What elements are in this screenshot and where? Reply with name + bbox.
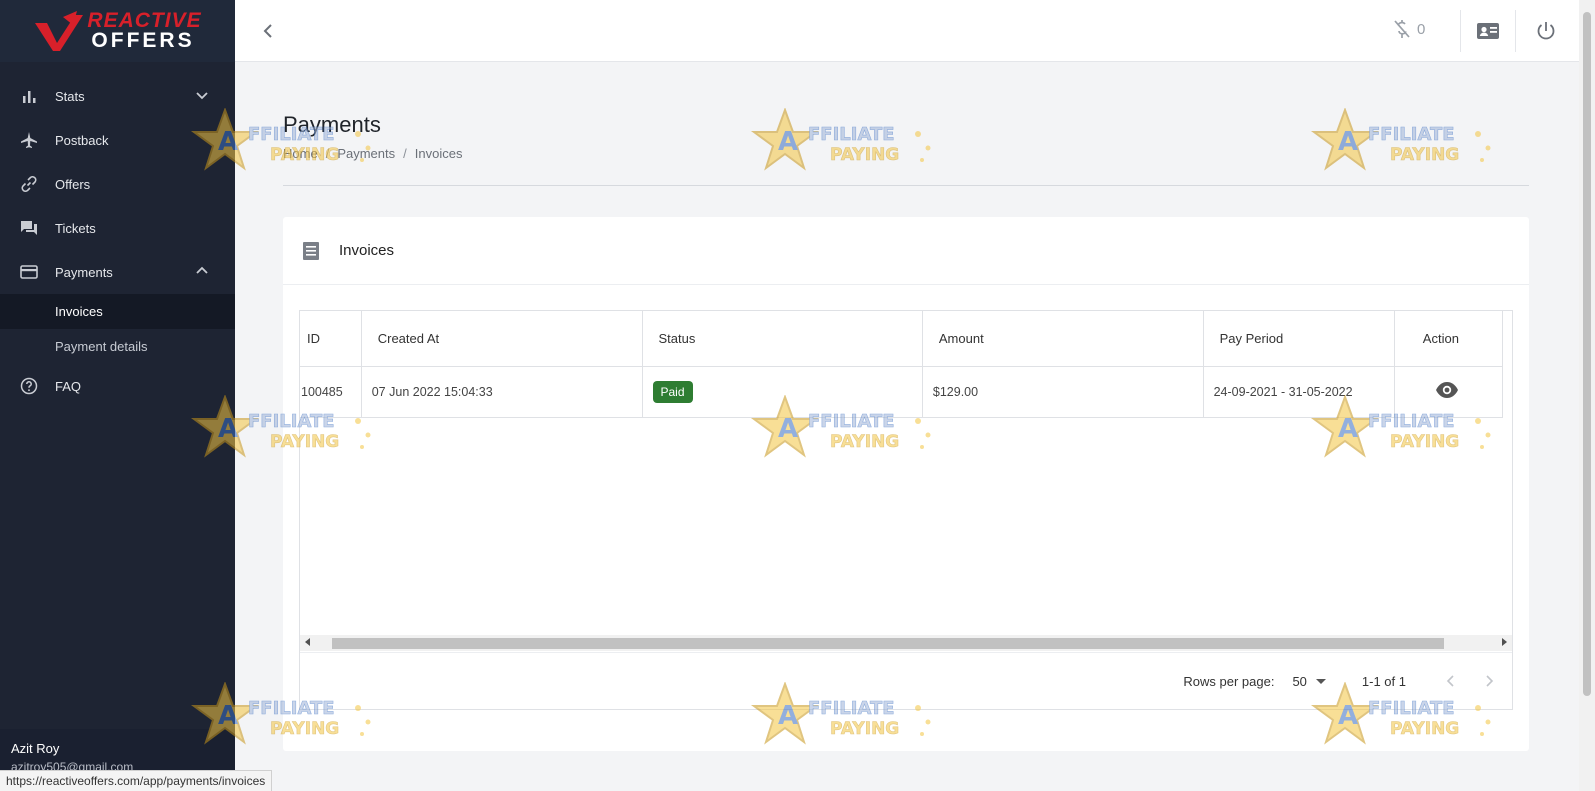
previous-page-button[interactable]: [1436, 666, 1466, 696]
page-title: Payments: [283, 112, 381, 137]
header-divider: [283, 185, 1529, 186]
next-page-button[interactable]: [1474, 666, 1504, 696]
rows-per-page-select[interactable]: 50: [1292, 673, 1326, 689]
browser-status-url: https://reactiveoffers.com/app/payments/…: [0, 770, 273, 791]
top-bar: 0: [235, 0, 1579, 62]
horizontal-scrollbar[interactable]: [300, 635, 1512, 651]
airplane-icon: [20, 131, 38, 149]
view-invoice-eye-icon[interactable]: [1435, 378, 1459, 402]
invoices-table-container: ID Created At Status Amount Pay Period A…: [299, 310, 1513, 710]
chevron-down-icon: [196, 92, 208, 100]
chevron-left-icon: [1446, 675, 1454, 687]
brand-logo[interactable]: REACTIVE OFFERS: [0, 0, 235, 62]
logo-bottom-text: OFFERS: [91, 29, 195, 52]
column-header-id[interactable]: ID: [300, 311, 362, 367]
cell-action: [1394, 366, 1504, 418]
sidebar-nav: Stats Postback Offers Tickets Payments I…: [0, 74, 235, 408]
breadcrumb-separator: /: [403, 146, 407, 161]
sidebar-item-label: Postback: [55, 132, 109, 148]
topbar-divider: [1460, 10, 1461, 52]
logout-button[interactable]: [1533, 18, 1559, 44]
logo-mark-icon: [35, 11, 84, 51]
cell-pay-period: 24-09-2021 - 31-05-2022: [1203, 366, 1395, 418]
chevron-up-icon: [196, 266, 208, 274]
sidebar-item-postback[interactable]: Postback: [0, 118, 235, 162]
profile-card-button[interactable]: [1475, 18, 1501, 44]
pagination: Rows per page: 50 1-1 of 1: [1183, 661, 1512, 701]
power-icon: [1537, 22, 1555, 40]
sidebar-item-faq[interactable]: FAQ: [0, 364, 235, 408]
forum-icon: [20, 219, 38, 237]
bar-chart-icon: [20, 87, 38, 105]
pagination-range: 1-1 of 1: [1361, 673, 1406, 689]
sidebar-subitem-invoices[interactable]: Invoices: [0, 294, 235, 329]
money-off-icon: [1394, 20, 1410, 38]
breadcrumb-separator: /: [325, 146, 330, 161]
card-header: Invoices: [283, 217, 1529, 285]
sidebar-item-offers[interactable]: Offers: [0, 162, 235, 206]
sidebar-subitem-payment-details[interactable]: Payment details: [0, 329, 235, 364]
sidebar-item-label: Tickets: [55, 220, 96, 236]
scroll-right-arrow-icon[interactable]: [1502, 638, 1507, 646]
sidebar-item-label: FAQ: [55, 378, 82, 394]
card-title: Invoices: [339, 242, 395, 259]
sidebar-item-tickets[interactable]: Tickets: [0, 206, 235, 250]
column-header-action: Action: [1394, 311, 1504, 367]
chevron-right-icon: [1486, 675, 1494, 687]
sidebar-item-label: Offers: [55, 176, 91, 192]
topbar-divider: [1515, 10, 1516, 52]
link-icon: [20, 175, 38, 193]
sidebar-item-label: Payments: [55, 264, 113, 280]
user-name: Azit Roy: [11, 741, 60, 756]
cell-amount: $129.00: [922, 366, 1204, 418]
cell-status: Paid: [642, 366, 923, 418]
balance-value: 0: [1417, 20, 1426, 38]
invoices-card: Invoices ID Created At Status Amount Pay…: [283, 217, 1529, 751]
breadcrumb-payments[interactable]: Payments: [337, 146, 395, 161]
column-header-amount[interactable]: Amount: [922, 311, 1204, 367]
contact-card-icon: [1477, 23, 1499, 39]
main-content: Payments Home / Payments / Invoices Invo…: [283, 62, 1529, 751]
sidebar-item-payments[interactable]: Payments: [0, 250, 235, 294]
status-badge: Paid: [652, 380, 693, 403]
sidebar-item-label: Stats: [55, 88, 85, 104]
scrollbar-thumb[interactable]: [332, 638, 1444, 649]
collapse-sidebar-button[interactable]: [257, 19, 281, 43]
table-row: 100485 07 Jun 2022 15:04:33 Paid $129.00…: [300, 366, 1504, 418]
help-circle-icon: [20, 377, 38, 395]
column-header-pay-period[interactable]: Pay Period: [1203, 311, 1395, 367]
column-header-status[interactable]: Status: [642, 311, 923, 367]
sidebar: REACTIVE OFFERS Stats Postback Offers Ti…: [0, 0, 235, 791]
cell-created-at: 07 Jun 2022 15:04:33: [361, 366, 643, 418]
breadcrumb: Home / Payments / Invoices: [283, 146, 1529, 161]
vertical-scrollbar[interactable]: [1579, 0, 1595, 791]
cell-id: 100485: [300, 366, 362, 418]
logo-top-text: REACTIVE: [87, 9, 202, 32]
breadcrumb-invoices: Invoices: [414, 146, 463, 161]
scroll-left-arrow-icon[interactable]: [305, 638, 310, 646]
breadcrumb-home[interactable]: Home: [283, 146, 318, 161]
sidebar-item-stats[interactable]: Stats: [0, 74, 235, 118]
balance-indicator[interactable]: 0: [1393, 19, 1425, 39]
rows-per-page-label: Rows per page:: [1183, 673, 1275, 689]
invoices-table: ID Created At Status Amount Pay Period A…: [300, 311, 1504, 418]
table-footer-divider: [300, 652, 1512, 653]
table-header-row: ID Created At Status Amount Pay Period A…: [300, 311, 1504, 367]
dropdown-caret-icon: [1315, 678, 1326, 684]
column-header-created-at[interactable]: Created At: [361, 311, 643, 367]
rows-per-page-value: 50: [1292, 673, 1307, 689]
credit-card-icon: [20, 263, 38, 281]
document-icon: [303, 241, 319, 260]
